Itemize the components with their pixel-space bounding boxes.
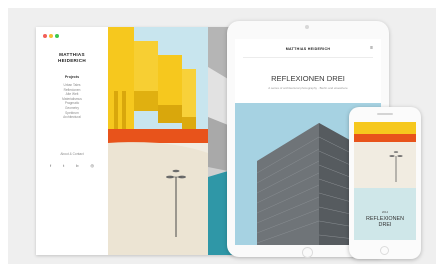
facebook-icon[interactable]: f (50, 163, 51, 168)
hamburger-icon[interactable]: ≡ (370, 46, 373, 51)
contact-link[interactable]: About & Contact (42, 152, 102, 156)
site-logo[interactable]: MATTHIAS HEIDERICH (42, 52, 102, 63)
phone-gallery-card[interactable]: 2014 REFLEXIONEN DREI (354, 188, 416, 240)
twitter-icon[interactable]: t (63, 163, 64, 168)
instagram-icon[interactable]: ◎ (90, 163, 94, 168)
phone-screen: 2014 REFLEXIONEN DREI (354, 122, 416, 240)
phone-home-button[interactable] (380, 246, 389, 255)
nav-heading: Projects (64, 75, 80, 79)
maximize-dot[interactable] (55, 34, 59, 38)
nav-menu: Urban Tales Reflexionen Alte Welt Materi… (42, 83, 102, 120)
phone-speaker (377, 113, 393, 115)
site-sidebar: MATTHIAS HEIDERICH Projects Urban Tales … (36, 27, 108, 255)
tablet-site-logo[interactable]: MATTHIAS HEIDERICH (235, 47, 381, 51)
close-dot[interactable] (43, 34, 47, 38)
header-divider (243, 57, 373, 58)
phone-mockup: 2014 REFLEXIONEN DREI (349, 107, 421, 259)
phone-photo[interactable] (354, 122, 416, 188)
card-title: REFLEXIONEN DREI (365, 216, 405, 229)
behance-icon[interactable]: b (76, 163, 78, 168)
tablet-camera (305, 25, 309, 29)
social-links: f t b ◎ (50, 163, 94, 168)
window-controls (43, 34, 59, 38)
showcase-background: MATTHIAS HEIDERICH Projects Urban Tales … (8, 8, 436, 264)
nav-item[interactable]: Architectural (42, 115, 102, 120)
card-label: 2014 (381, 210, 389, 214)
gallery-title: REFLEXIONEN DREI (271, 74, 345, 83)
tablet-home-button[interactable] (302, 247, 313, 258)
minimize-dot[interactable] (49, 34, 53, 38)
gallery-subtitle: A series of architectural photography · … (268, 86, 348, 90)
